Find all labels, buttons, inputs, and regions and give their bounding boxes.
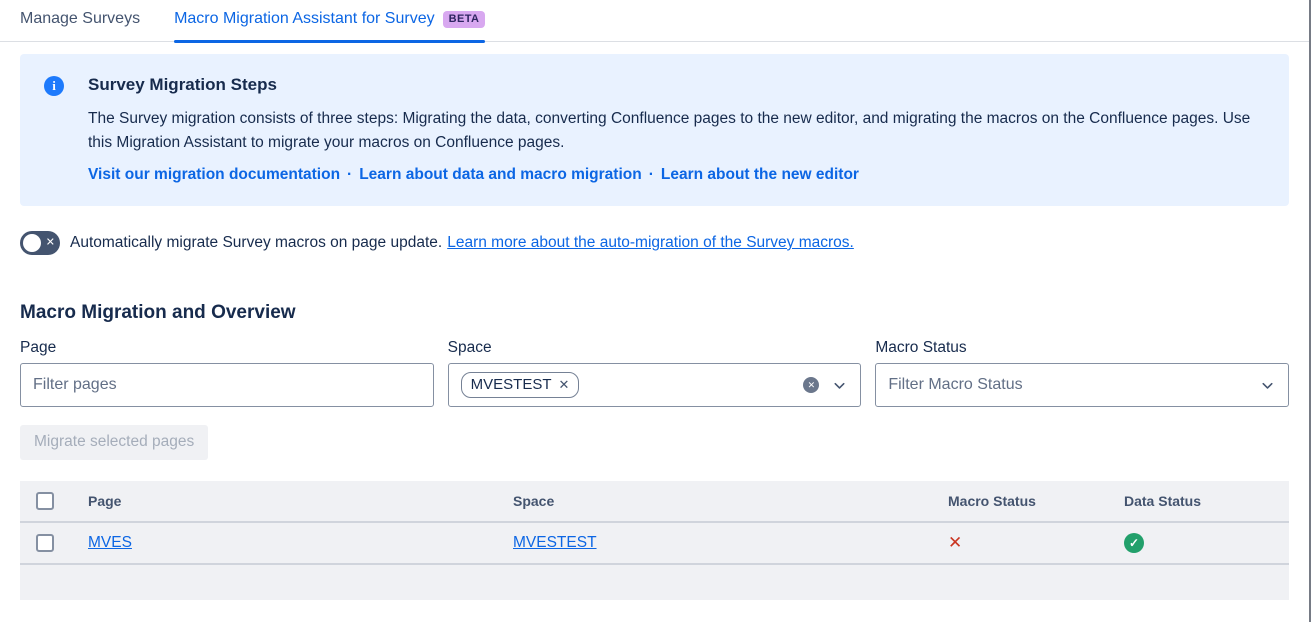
macro-migration-page: Manage Surveys Macro Migration Assistant… — [0, 0, 1311, 622]
toggle-off-x-icon: ✕ — [46, 237, 55, 248]
data-status-cell: ✓ — [1124, 533, 1289, 553]
auto-migrate-toggle[interactable]: ✕ — [20, 231, 60, 255]
page-filter-input[interactable] — [33, 376, 421, 394]
info-panel-links: Visit our migration documentation · Learn … — [88, 166, 1261, 184]
select-all-checkbox[interactable] — [36, 492, 54, 510]
page-filter-label: Page — [20, 339, 434, 357]
macro-status-filter: Macro Status Filter Macro Status — [875, 339, 1289, 407]
chevron-down-icon[interactable] — [831, 377, 848, 394]
chevron-down-icon[interactable] — [1259, 377, 1276, 394]
auto-migrate-label: Automatically migrate Survey macros on p… — [70, 234, 442, 252]
macro-status-placeholder: Filter Macro Status — [888, 376, 1022, 394]
column-header-macro-status: Macro Status — [948, 493, 1124, 509]
macro-status-cell: ✕ — [948, 534, 1124, 553]
space-filter: Space MVESTEST ✕ ✕ — [448, 339, 862, 407]
space-filter-select[interactable]: MVESTEST ✕ ✕ — [448, 363, 862, 407]
column-header-space: Space — [513, 493, 948, 509]
migration-table: Page Space Macro Status Data Status MVES… — [20, 481, 1289, 600]
dot-separator: · — [649, 166, 654, 183]
filters-row: Page Space MVESTEST ✕ ✕ Macr — [20, 339, 1289, 407]
link-migration-documentation[interactable]: Visit our migration documentation — [88, 166, 340, 183]
space-selected-tag: MVESTEST ✕ — [461, 372, 580, 398]
page-link[interactable]: MVES — [88, 534, 132, 551]
space-tag-label: MVESTEST — [471, 376, 552, 393]
row-select-cell — [20, 534, 88, 552]
clear-selection-icon[interactable]: ✕ — [803, 377, 819, 393]
macro-status-field-controls — [1259, 377, 1276, 394]
auto-migrate-row: ✕ Automatically migrate Survey macros on… — [20, 231, 1289, 255]
section-heading: Macro Migration and Overview — [20, 302, 1289, 324]
macro-status-filter-label: Macro Status — [875, 339, 1289, 357]
tab-manage-surveys[interactable]: Manage Surveys — [20, 10, 140, 41]
tab-macro-migration-assistant-label: Macro Migration Assistant for Survey — [174, 10, 435, 28]
macro-status-filter-select[interactable]: Filter Macro Status — [875, 363, 1289, 407]
row-checkbox[interactable] — [36, 534, 54, 552]
beta-badge: BETA — [443, 11, 486, 28]
link-new-editor[interactable]: Learn about the new editor — [661, 166, 859, 183]
select-all-cell — [20, 492, 88, 510]
toggle-knob — [23, 234, 41, 252]
page-cell: MVES — [88, 534, 513, 552]
macro-status-failed-icon: ✕ — [948, 533, 962, 552]
table-row: MVES MVESTEST ✕ ✓ — [20, 523, 1289, 565]
space-field-controls: ✕ — [803, 377, 848, 394]
tab-macro-migration-assistant[interactable]: Macro Migration Assistant for Survey BET… — [174, 10, 485, 41]
space-tag-remove-icon[interactable]: ✕ — [559, 378, 570, 391]
space-cell: MVESTEST — [513, 534, 948, 552]
column-header-page: Page — [88, 493, 513, 509]
page-filter: Page — [20, 339, 434, 407]
dot-separator: · — [347, 166, 352, 183]
info-panel-content: Survey Migration Steps The Survey migrat… — [88, 75, 1261, 184]
space-filter-label: Space — [448, 339, 862, 357]
data-status-success-icon: ✓ — [1124, 533, 1144, 553]
survey-migration-info-panel: i Survey Migration Steps The Survey migr… — [20, 54, 1289, 206]
table-header-row: Page Space Macro Status Data Status — [20, 481, 1289, 523]
info-panel-title: Survey Migration Steps — [88, 75, 1261, 95]
tab-bar: Manage Surveys Macro Migration Assistant… — [0, 0, 1309, 42]
migrate-selected-pages-button[interactable]: Migrate selected pages — [20, 425, 208, 460]
link-data-and-macro-migration[interactable]: Learn about data and macro migration — [359, 166, 642, 183]
column-header-data-status: Data Status — [1124, 493, 1289, 509]
tab-manage-surveys-label: Manage Surveys — [20, 10, 140, 28]
page-filter-field[interactable] — [20, 363, 434, 407]
auto-migrate-learn-more-link[interactable]: Learn more about the auto-migration of t… — [447, 234, 854, 252]
info-icon: i — [44, 76, 64, 96]
info-panel-body: The Survey migration consists of three s… — [88, 107, 1261, 155]
space-link[interactable]: MVESTEST — [513, 534, 597, 551]
